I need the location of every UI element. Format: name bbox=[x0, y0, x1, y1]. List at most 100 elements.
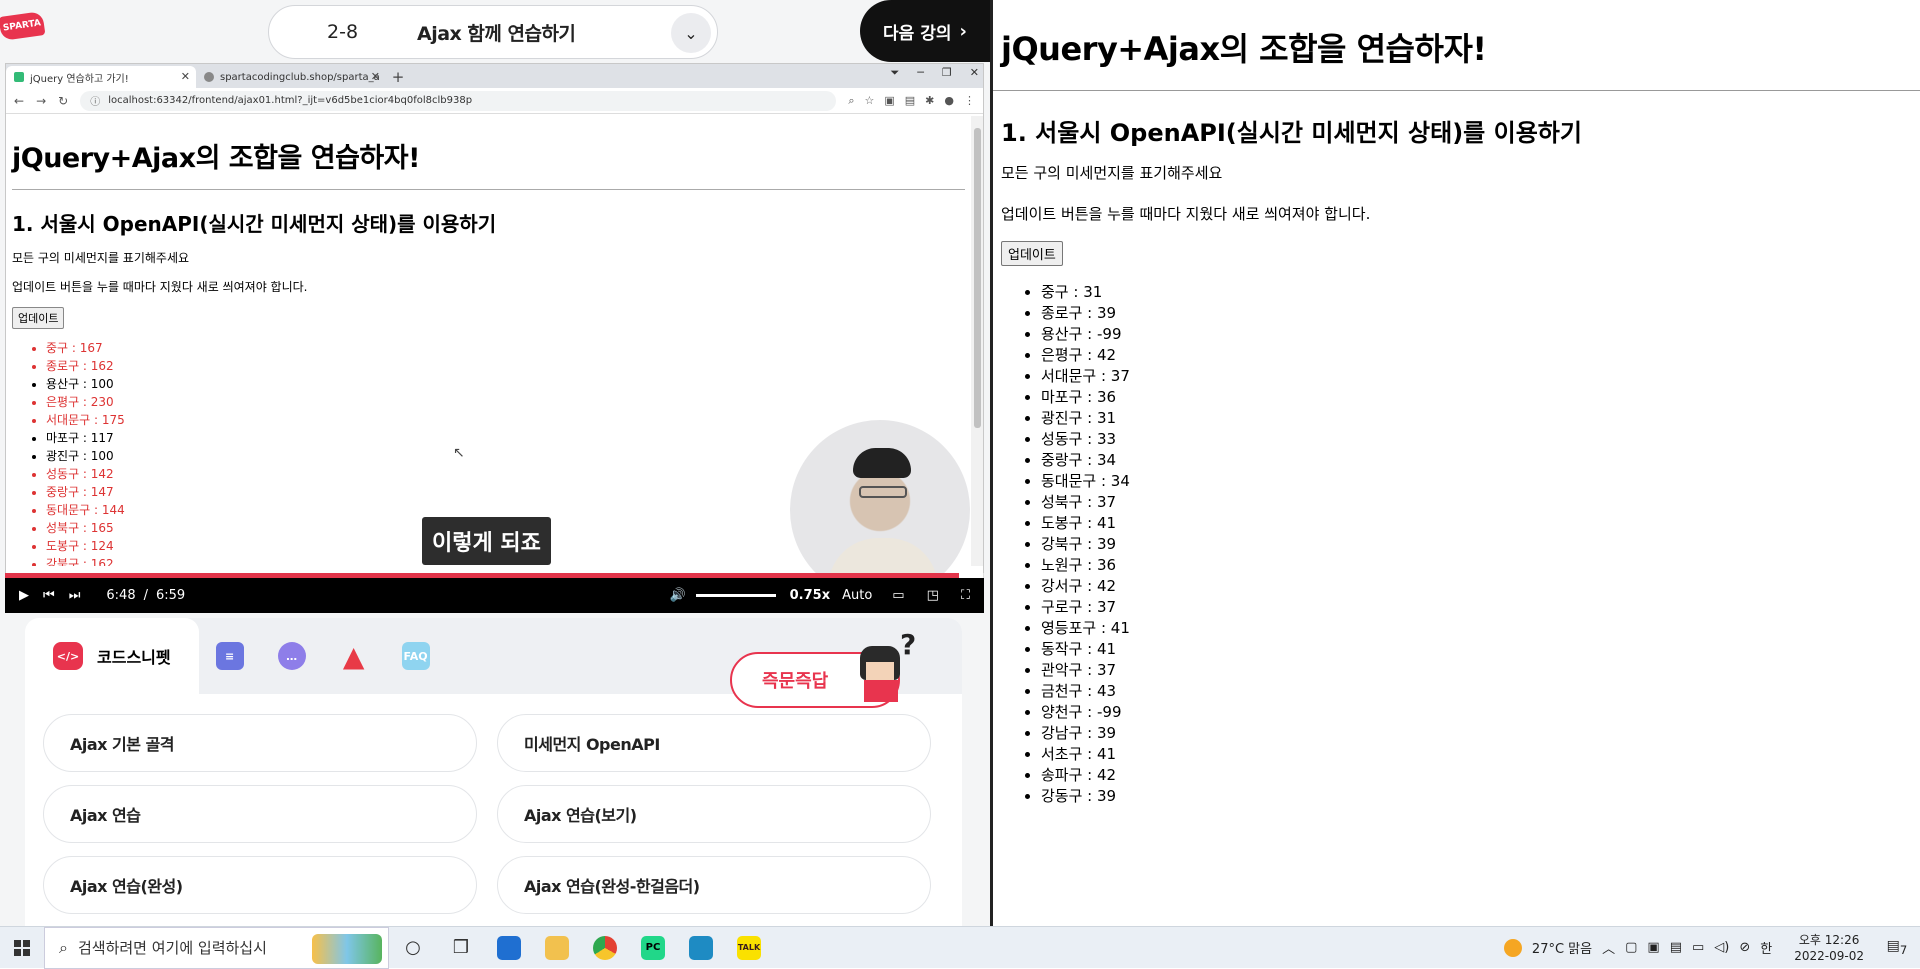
store-icon[interactable] bbox=[485, 927, 533, 969]
video-caption: 이렇게 되죠 bbox=[422, 517, 551, 565]
lesson-title: Ajax 함께 연습하기 bbox=[417, 22, 576, 45]
faq-icon[interactable]: FAQ bbox=[401, 642, 430, 670]
snippet-item[interactable]: 미세먼지 OpenAPI bbox=[497, 714, 931, 772]
network-icon[interactable]: ▭ bbox=[1692, 940, 1704, 955]
close-window-icon[interactable]: ✕ bbox=[970, 66, 979, 80]
bookmark-star-icon[interactable]: ☆ bbox=[864, 94, 874, 108]
search-placeholder: 검색하려면 여기에 입력하십시 bbox=[77, 939, 267, 957]
panel-tabs: </> 코드스니펫 ≡ … ▲ FAQ 즉문즉답 ? bbox=[25, 618, 962, 708]
page-title: jQuery+Ajax의 조합을 연습하자! bbox=[1001, 30, 1487, 68]
system-tray: 27°C 맑음 ︿ ▢ ▣ ▤ ▭ ◁) ⊘ 한 bbox=[1503, 938, 1772, 957]
kakaotalk-icon[interactable]: TALK bbox=[725, 927, 773, 969]
lesson-panel: </> 코드스니펫 ≡ … ▲ FAQ 즉문즉답 ? Ajax 기본 골격 미세… bbox=[25, 618, 962, 926]
video-current-time: 6:48 bbox=[106, 588, 136, 603]
ime-indicator[interactable]: 한 bbox=[1760, 938, 1772, 957]
notification-icon[interactable]: ▤7 bbox=[1882, 938, 1912, 957]
list-item: 서초구 : 41 bbox=[1041, 744, 1920, 765]
extension-icon[interactable]: ▣ bbox=[884, 94, 894, 108]
quality-setting[interactable]: Auto bbox=[842, 588, 872, 603]
pip-icon[interactable]: ◳ bbox=[927, 588, 939, 603]
reload-icon[interactable]: ↻ bbox=[58, 94, 68, 108]
restore-icon[interactable]: ❐ bbox=[942, 66, 952, 80]
list-item: 동작구 : 41 bbox=[1041, 639, 1920, 660]
extension-icons: ⌕ ☆ ▣ ▤ ✱ ● ⋮ bbox=[848, 94, 975, 108]
playback-rate[interactable]: 0.75x bbox=[790, 588, 830, 603]
embedded-page-title: jQuery+Ajax의 조합을 연습하자! bbox=[12, 143, 420, 174]
volume-icon[interactable]: 🔊 bbox=[669, 588, 685, 603]
minimize-icon[interactable]: ─ bbox=[917, 66, 924, 80]
next-lecture-button[interactable]: 다음 강의 › bbox=[860, 0, 990, 62]
meet-icon[interactable]: ▢ bbox=[1625, 940, 1637, 955]
taskbar-search[interactable]: ⌕ 검색하려면 여기에 입력하십시 bbox=[44, 926, 389, 969]
browser-tab[interactable]: jQuery 연습하고 가기! ✕ bbox=[6, 66, 196, 88]
lecture-pane: SPARTA 2-8 Ajax 함께 연습하기 ⌄ 다음 강의 › jQuery… bbox=[0, 0, 990, 926]
time-separator: / bbox=[143, 588, 148, 603]
browser-tabbar: jQuery 연습하고 가기! ✕ spartacodingclub.shop/… bbox=[6, 64, 983, 88]
task-view-icon[interactable]: ❒ bbox=[437, 927, 485, 969]
more-menu-icon[interactable]: ⋮ bbox=[964, 94, 975, 108]
cortana-icon[interactable]: ○ bbox=[389, 927, 437, 969]
snippet-item[interactable]: Ajax 연습 bbox=[43, 785, 477, 843]
next-icon[interactable]: ⏭ bbox=[69, 588, 81, 603]
lesson-selector[interactable]: 2-8 Ajax 함께 연습하기 ⌄ bbox=[268, 5, 718, 59]
app-icon[interactable] bbox=[677, 927, 725, 969]
avatar[interactable]: ● bbox=[944, 94, 954, 108]
new-tab-icon[interactable]: + bbox=[386, 66, 410, 88]
subtitles-icon[interactable]: ▭ bbox=[892, 588, 904, 603]
windows-taskbar: ⌕ 검색하려면 여기에 입력하십시 ○ ❒ PC TALK 27°C 맑음 ︿ … bbox=[0, 926, 1920, 969]
desc-2: 업데이트 버튼을 누를 때마다 지웠다 새로 씌여져야 합니다. bbox=[1001, 205, 1371, 223]
file-explorer-icon[interactable] bbox=[533, 927, 581, 969]
chat-icon[interactable]: … bbox=[277, 642, 306, 670]
list-item: 구로구 : 37 bbox=[1041, 597, 1920, 618]
close-icon[interactable]: ✕ bbox=[181, 70, 190, 83]
zoom-icon[interactable]: ⌕ bbox=[848, 94, 854, 108]
profile-menu-icon[interactable]: ⏷ bbox=[890, 66, 899, 80]
tab-code-snippet[interactable]: </> 코드스니펫 bbox=[25, 618, 199, 694]
snippet-item[interactable]: Ajax 연습(완성-한걸음더) bbox=[497, 856, 931, 914]
tray-app-icon[interactable]: ▤ bbox=[1670, 940, 1682, 955]
scrollbar[interactable] bbox=[971, 116, 983, 566]
weather-sun-icon[interactable] bbox=[1503, 938, 1522, 957]
list-item: 강남구 : 39 bbox=[1041, 723, 1920, 744]
embedded-page-subtitle: 1. 서울시 OpenAPI(실시간 미세먼지 상태)를 이용하기 bbox=[12, 212, 497, 236]
update-button[interactable]: 업데이트 bbox=[1001, 241, 1063, 266]
volume-slider[interactable] bbox=[695, 594, 776, 597]
mascot-face bbox=[866, 662, 894, 680]
snippet-item[interactable]: Ajax 연습(보기) bbox=[497, 785, 931, 843]
clock[interactable]: 오후 12:26 2022-09-02 bbox=[1794, 932, 1864, 964]
list-item: 관악구 : 37 bbox=[1041, 660, 1920, 681]
pycharm-icon[interactable]: PC bbox=[629, 927, 677, 969]
mute-icon[interactable]: ⊘ bbox=[1739, 940, 1750, 955]
chevron-down-icon[interactable]: ⌄ bbox=[671, 13, 711, 53]
snippet-item[interactable]: Ajax 연습(완성) bbox=[43, 856, 477, 914]
document-icon[interactable]: ≡ bbox=[215, 642, 244, 670]
list-item: 용산구 : -99 bbox=[1041, 324, 1920, 345]
forward-icon[interactable]: → bbox=[36, 94, 46, 108]
mascot-body bbox=[864, 680, 898, 702]
snippet-item[interactable]: Ajax 기본 골격 bbox=[43, 714, 477, 772]
previous-icon[interactable]: ⏮ bbox=[43, 588, 55, 603]
warning-icon[interactable]: ▲ bbox=[340, 640, 368, 673]
tray-chevron-icon[interactable]: ︿ bbox=[1602, 938, 1615, 957]
start-button[interactable] bbox=[0, 927, 44, 969]
tray-app-icon[interactable]: ▣ bbox=[1647, 940, 1659, 955]
sparta-logo[interactable]: SPARTA bbox=[0, 11, 46, 41]
play-icon[interactable]: ▶ bbox=[19, 588, 29, 603]
list-item: 은평구 : 230 bbox=[46, 393, 965, 411]
browser-tab[interactable]: spartacodingclub.shop/sparta_a ✕ bbox=[196, 66, 386, 88]
list-item: 강서구 : 42 bbox=[1041, 576, 1920, 597]
fullscreen-icon[interactable]: ⛶ bbox=[961, 588, 970, 603]
close-icon[interactable]: ✕ bbox=[371, 70, 380, 83]
list-item: 마포구 : 36 bbox=[1041, 387, 1920, 408]
scrollbar-thumb[interactable] bbox=[974, 128, 981, 428]
address-bar[interactable]: localhost:63342/frontend/ajax01.html?_ij… bbox=[80, 90, 837, 111]
volume-icon[interactable]: ◁) bbox=[1714, 940, 1729, 955]
chrome-icon[interactable] bbox=[581, 927, 629, 969]
extension-icon[interactable]: ▤ bbox=[905, 94, 915, 108]
next-lecture-label: 다음 강의 bbox=[883, 23, 952, 44]
embedded-update-button[interactable]: 업데이트 bbox=[12, 307, 65, 329]
weather-text[interactable]: 27°C 맑음 bbox=[1532, 938, 1592, 957]
back-icon[interactable]: ← bbox=[14, 94, 24, 108]
puzzle-icon[interactable]: ✱ bbox=[925, 94, 934, 108]
list-item: 서대문구 : 175 bbox=[46, 411, 965, 429]
